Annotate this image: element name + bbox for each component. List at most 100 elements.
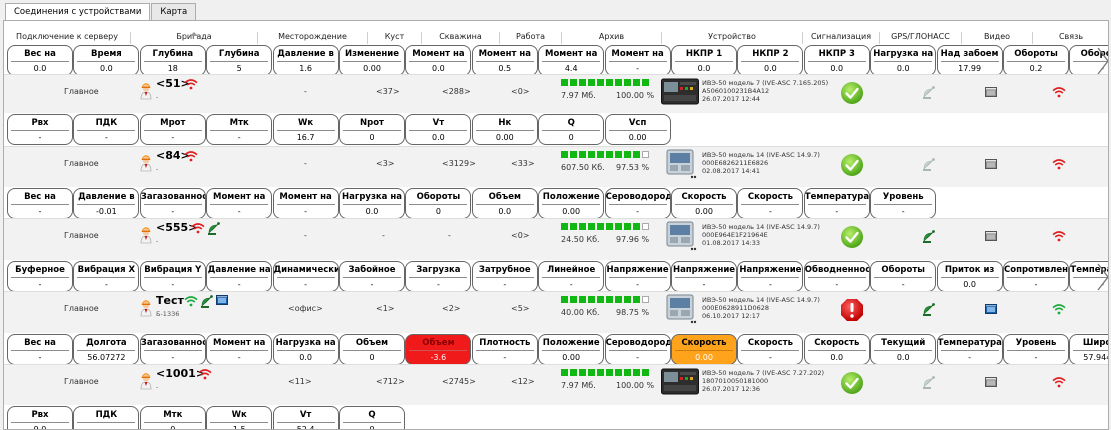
gps-satellite-icon[interactable]	[921, 156, 937, 172]
ok-check-icon[interactable]	[840, 225, 864, 249]
well-row[interactable]: Главное <555> - - - - <0> 24.50 Кб. 97.96 % ИВЭ-5…	[4, 218, 1108, 260]
sensor-gauge[interactable]: Плотность -	[471, 334, 538, 365]
sensor-gauge[interactable]: Мтк -	[206, 114, 273, 145]
sensor-gauge[interactable]: Объем 0	[339, 334, 405, 365]
connection-wifi-icon[interactable]	[1052, 230, 1066, 242]
sensor-gauge[interactable]: Vт 52.4	[272, 406, 339, 429]
connection-wifi-icon[interactable]	[1052, 86, 1066, 98]
sensor-gauge[interactable]: Глубина 5	[206, 45, 273, 76]
well-row[interactable]: Главное <51> - - <37> <288> <0> 7.97 Мб. 100.00 …	[4, 74, 1108, 113]
sensor-gauge[interactable]: Напряжение -	[737, 261, 804, 292]
sensor-gauge[interactable]: Момент на 0.0	[405, 45, 472, 76]
sensor-gauge[interactable]: Рвх -	[7, 114, 73, 145]
column-header[interactable]: Видео	[962, 32, 1033, 44]
sensor-gauge[interactable]: Нк 0.00	[471, 114, 538, 145]
column-header[interactable]: GPS/ГЛОНАСС	[880, 32, 962, 44]
sensor-gauge[interactable]: Давление в 1.6	[272, 45, 339, 76]
sensor-gauge[interactable]: Vт 0.0	[405, 114, 472, 145]
sensor-gauge[interactable]: Текущий 0.0	[870, 334, 937, 365]
column-header[interactable]: Скважина	[422, 32, 500, 44]
video-camera-icon[interactable]	[985, 231, 997, 241]
sensor-gauge[interactable]: Долгота 56.07272	[73, 334, 140, 365]
sensor-gauge[interactable]: Положение 0.00	[538, 334, 605, 365]
sensor-gauge[interactable]: Сероводород -	[604, 188, 671, 219]
column-header[interactable]: Сигнализация	[803, 32, 880, 44]
column-header[interactable]: Месторождение	[258, 32, 368, 44]
well-row[interactable]: Главное <1001> - <11> <712> <2745> <12> 7.97 Мб…	[4, 364, 1108, 405]
sensor-gauge[interactable]: Температура -	[936, 334, 1003, 365]
sensor-gauge[interactable]: Сероводород -	[604, 334, 671, 365]
sensor-gauge[interactable]: Вес на 0.0	[7, 45, 73, 76]
sensor-gauge[interactable]: Скорость -	[737, 188, 804, 219]
alarm-icon[interactable]	[840, 298, 864, 322]
sensor-gauge[interactable]: Скорость 0.00	[671, 334, 737, 365]
video-camera-icon[interactable]	[985, 159, 997, 169]
sensor-gauge[interactable]: Давление в -0.01	[73, 188, 140, 219]
sensor-gauge[interactable]: Приток из 0.0	[936, 261, 1003, 292]
sensor-gauge[interactable]: Загазованност -	[139, 188, 206, 219]
sensor-gauge[interactable]: Линейное -	[538, 261, 605, 292]
sensor-gauge[interactable]: Уровень -	[1003, 334, 1069, 365]
column-header[interactable]: Связь	[1033, 32, 1108, 44]
sensor-gauge[interactable]: Положение 0.00	[538, 188, 605, 219]
sensor-gauge[interactable]: Момент на 0.5	[471, 45, 538, 76]
sensor-gauge[interactable]: Скорость 0.0	[803, 334, 870, 365]
sensor-gauge[interactable]: Затрубное -	[471, 261, 538, 292]
gps-satellite-icon[interactable]	[921, 84, 937, 100]
sensor-gauge[interactable]: Широта 57.94496	[1069, 334, 1108, 365]
sensor-gauge[interactable]: Нагрузка на 0.0	[339, 188, 405, 219]
gps-satellite-icon[interactable]	[921, 374, 937, 390]
column-header[interactable]: Архив	[562, 32, 662, 44]
sensor-gauge[interactable]: Момент на -	[206, 188, 273, 219]
sensor-gauge[interactable]: Обороты 0	[405, 188, 472, 219]
sensor-gauge[interactable]: Динамически -	[272, 261, 339, 292]
sensor-gauge[interactable]: Обводненност -	[803, 261, 870, 292]
sensor-gauge[interactable]: Объем -3.6	[405, 334, 472, 365]
sensor-gauge[interactable]: Глубина 18	[139, 45, 206, 76]
ok-check-icon[interactable]	[840, 81, 864, 105]
sensor-gauge[interactable]: Нагрузка на 0.0	[272, 334, 339, 365]
column-header[interactable]: Подключение к серверу	[4, 32, 131, 44]
video-camera-icon[interactable]	[985, 304, 997, 314]
gps-satellite-icon[interactable]	[921, 301, 937, 317]
well-row[interactable]: Главное <84> - - <3> <3129> <33> 607.50 Кб. 97.5…	[4, 146, 1108, 187]
ok-check-icon[interactable]	[840, 371, 864, 395]
sensor-gauge[interactable]: Загазованност -	[139, 334, 206, 365]
column-header[interactable]: Куст	[368, 32, 422, 44]
sensor-gauge[interactable]: Q0	[339, 406, 405, 429]
sensor-gauge[interactable]: Скорость 0.00	[671, 188, 737, 219]
column-header[interactable]: Бригада	[131, 32, 258, 44]
sensor-gauge[interactable]: НКПР 2 0.0	[737, 45, 804, 76]
connection-wifi-icon[interactable]	[1052, 376, 1066, 388]
video-camera-icon[interactable]	[985, 377, 997, 387]
video-camera-icon[interactable]	[985, 87, 997, 97]
sensor-gauge[interactable]: Уровень -	[870, 188, 937, 219]
sensor-gauge[interactable]: Wк 16.7	[272, 114, 339, 145]
sensor-gauge[interactable]: Буферное -	[7, 261, 73, 292]
scroll-right-icon[interactable]	[1097, 263, 1108, 291]
connection-wifi-icon[interactable]	[1052, 303, 1066, 315]
sensor-gauge[interactable]: Напряжение -	[671, 261, 737, 292]
sensor-gauge[interactable]: Рвх 9.0	[7, 406, 73, 429]
sensor-gauge[interactable]: Q0	[538, 114, 605, 145]
sensor-gauge[interactable]: НКПР 1 0.0	[671, 45, 737, 76]
sensor-gauge[interactable]: ПДК -	[73, 406, 140, 429]
ok-check-icon[interactable]	[840, 153, 864, 177]
sensor-gauge[interactable]: Время 0.0	[73, 45, 140, 76]
sensor-gauge[interactable]: Wк 1.5	[206, 406, 273, 429]
sensor-gauge[interactable]: Момент на -	[206, 334, 273, 365]
sensor-gauge[interactable]: Момент на -	[604, 45, 671, 76]
scroll-right-icon[interactable]	[1097, 47, 1108, 75]
connection-wifi-icon[interactable]	[1052, 158, 1066, 170]
gps-satellite-icon[interactable]	[921, 228, 937, 244]
sensor-gauge[interactable]: Мрот -	[139, 114, 206, 145]
sensor-gauge[interactable]: Nрот 0	[339, 114, 405, 145]
well-row[interactable]: Главное Тест Б-1336 <офис> <1> <2> <5> 40.00 Кб…	[4, 291, 1108, 333]
sensor-gauge[interactable]: Вес на -	[7, 334, 73, 365]
sensor-gauge[interactable]: Температура -	[803, 188, 870, 219]
sensor-gauge[interactable]: Давление на -	[206, 261, 273, 292]
column-header[interactable]: Устройство	[662, 32, 803, 44]
tab-map[interactable]: Карта	[151, 3, 197, 21]
sensor-gauge[interactable]: Напряжение -	[604, 261, 671, 292]
sensor-gauge[interactable]: Над забоем 17.99	[936, 45, 1003, 76]
